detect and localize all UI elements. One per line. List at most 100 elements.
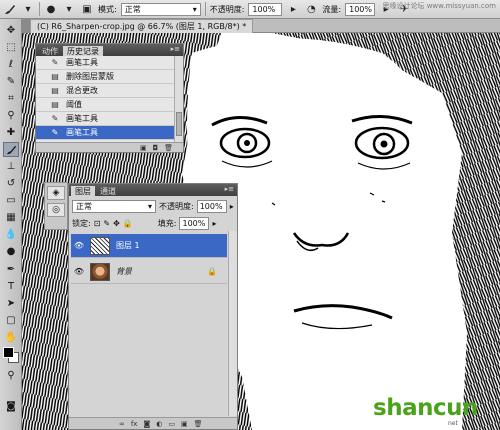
clone-stamp-tool-icon[interactable]: ⊥ bbox=[3, 159, 19, 174]
fill-input[interactable]: 100% bbox=[179, 217, 210, 230]
tab-history[interactable]: 历史记录 bbox=[63, 46, 103, 56]
eraser-tool-icon[interactable]: ▭ bbox=[3, 193, 19, 208]
history-item[interactable]: ▤ 阈值 bbox=[36, 98, 176, 112]
history-item[interactable]: ✎ 画笔工具 bbox=[36, 56, 176, 70]
chevron-right-icon[interactable]: ▸ bbox=[212, 219, 216, 228]
quick-mask-icon[interactable]: ◙ bbox=[3, 399, 19, 414]
new-layer-icon[interactable]: ▣ bbox=[181, 420, 188, 428]
document-title: (C) R6_Sharpen-crop.jpg @ 66.7% (图层 1, R… bbox=[37, 22, 247, 31]
foreground-color-swatch[interactable] bbox=[3, 347, 14, 358]
brush-icon: ✎ bbox=[51, 58, 59, 67]
document-tab[interactable]: (C) R6_Sharpen-crop.jpg @ 66.7% (图层 1, R… bbox=[30, 19, 254, 33]
layers-panel-header: 图层 通道 ▸≡ bbox=[69, 184, 237, 196]
history-item-label: 画笔工具 bbox=[66, 58, 98, 67]
trash-icon[interactable]: 🗑 bbox=[194, 420, 203, 428]
chevron-down-icon[interactable]: ▾ bbox=[62, 2, 76, 16]
layer-row[interactable]: 👁 背景 🔒 bbox=[71, 260, 227, 284]
brush-panel-toggle-icon[interactable]: ▣ bbox=[80, 2, 94, 16]
pressure-opacity-icon[interactable]: ◔ bbox=[304, 2, 318, 16]
history-list: ✎ 画笔工具 ▤ 删除图层蒙版 ▤ 混合更改 ▤ 阈值 ✎ 画笔工具 ✎ 画笔工具 bbox=[36, 56, 176, 144]
lock-all-icon[interactable]: 🔒 bbox=[123, 219, 133, 228]
opacity-label: 不透明度: bbox=[209, 4, 245, 14]
history-scrollbar[interactable] bbox=[174, 56, 183, 144]
lock-pixels-icon[interactable]: ✎ bbox=[103, 219, 110, 228]
brush-icon: ✎ bbox=[51, 114, 59, 123]
eye-icon[interactable]: 👁 bbox=[74, 267, 84, 277]
quick-select-tool-icon[interactable]: ✎ bbox=[3, 74, 19, 89]
adjustment-layer-icon[interactable]: ◐ bbox=[156, 420, 162, 428]
layer-style-icon[interactable]: fx bbox=[131, 420, 138, 428]
hand-tool-icon[interactable]: ✋ bbox=[3, 330, 19, 345]
channels-dock-icon[interactable]: ◎ bbox=[47, 203, 65, 217]
blur-tool-icon[interactable]: 💧 bbox=[3, 227, 19, 242]
lasso-tool-icon[interactable]: ℓ bbox=[3, 57, 19, 72]
history-item-label: 阈值 bbox=[66, 100, 82, 109]
zoom-tool-icon[interactable]: ⚲ bbox=[3, 368, 19, 383]
link-layers-icon[interactable]: ∞ bbox=[119, 420, 125, 428]
panel-dock-strip: ◈ ◎ bbox=[44, 182, 68, 230]
pen-tool-icon[interactable]: ✒ bbox=[3, 262, 19, 277]
layer-row-selected[interactable]: 👁 图层 1 bbox=[71, 234, 227, 258]
lock-icons: ⊡ ✎ ✥ 🔒 bbox=[94, 219, 133, 228]
chevron-down-icon: ▾ bbox=[192, 4, 197, 14]
blend-mode-select[interactable]: 正常 ▾ bbox=[72, 200, 156, 213]
add-mask-icon[interactable]: ◙ bbox=[143, 420, 150, 428]
chevron-down-icon[interactable]: ▾ bbox=[21, 2, 35, 16]
chevron-right-icon[interactable]: ▸ bbox=[286, 2, 300, 16]
new-snapshot-icon[interactable]: ◘ bbox=[153, 144, 159, 152]
tab-layers[interactable]: 图层 bbox=[71, 186, 95, 196]
dodge-tool-icon[interactable]: ● bbox=[3, 244, 19, 259]
scrollbar-thumb[interactable] bbox=[176, 112, 182, 136]
flow-label: 流量: bbox=[322, 4, 342, 14]
fill-label: 填充: bbox=[157, 219, 177, 228]
new-group-icon[interactable]: ▭ bbox=[168, 420, 175, 428]
layers-dock-icon[interactable]: ◈ bbox=[47, 186, 65, 200]
layers-scrollbar[interactable] bbox=[228, 231, 237, 416]
chevron-right-icon[interactable]: ▸ bbox=[230, 202, 234, 211]
history-panel-header: 动作 历史记录 ▸≡ bbox=[36, 44, 183, 56]
panel-menu-icon[interactable]: ▸≡ bbox=[225, 185, 234, 193]
trash-icon[interactable]: 🗑 bbox=[164, 144, 173, 152]
layer-opacity-input[interactable]: 100% bbox=[196, 200, 227, 213]
eyedropper-tool-icon[interactable]: ⚲ bbox=[3, 108, 19, 123]
mode-select[interactable]: 正常 ▾ bbox=[120, 2, 201, 16]
history-brush-tool-icon[interactable]: ↺ bbox=[3, 176, 19, 191]
history-item[interactable]: ▤ 删除图层蒙版 bbox=[36, 70, 176, 84]
mode-label: 模式: bbox=[98, 4, 117, 14]
layers-footer: ∞ fx ◙ ◐ ▭ ▣ 🗑 bbox=[69, 417, 237, 429]
move-tool-icon[interactable]: ✥ bbox=[3, 23, 19, 38]
blend-mode-value: 正常 bbox=[76, 202, 92, 211]
brush-preset-icon[interactable]: ● bbox=[44, 2, 58, 16]
tab-actions[interactable]: 动作 bbox=[38, 46, 62, 56]
layer-name: 图层 1 bbox=[116, 241, 140, 250]
healing-tool-icon[interactable]: ✚ bbox=[3, 125, 19, 140]
history-item[interactable]: ▤ 混合更改 bbox=[36, 84, 176, 98]
history-item-label: 画笔工具 bbox=[66, 128, 98, 137]
tab-channels[interactable]: 通道 bbox=[96, 186, 120, 196]
history-item-label: 画笔工具 bbox=[66, 114, 98, 123]
separator bbox=[204, 2, 206, 16]
lock-transparency-icon[interactable]: ⊡ bbox=[94, 219, 101, 228]
gradient-tool-icon[interactable]: ▦ bbox=[3, 210, 19, 225]
history-footer: ▣ ◘ 🗑 bbox=[36, 142, 183, 152]
type-tool-icon[interactable]: T bbox=[3, 279, 19, 294]
marquee-tool-icon[interactable]: ⬚ bbox=[3, 40, 19, 55]
opacity-input[interactable]: 100% bbox=[248, 2, 283, 16]
shancun-logo-suffix: net bbox=[448, 420, 458, 427]
panel-menu-icon[interactable]: ▸≡ bbox=[171, 45, 180, 53]
shape-tool-icon[interactable]: ▢ bbox=[3, 313, 19, 328]
brush-tool-icon[interactable] bbox=[3, 142, 19, 157]
lock-label: 锁定: bbox=[72, 219, 91, 228]
crop-tool-icon[interactable]: ⌗ bbox=[3, 91, 19, 106]
layer-thumbnail bbox=[90, 262, 110, 281]
new-document-from-state-icon[interactable]: ▣ bbox=[140, 144, 147, 152]
shancun-logo: shancun bbox=[373, 395, 478, 421]
flow-input[interactable]: 100% bbox=[345, 2, 376, 16]
brush-icon[interactable] bbox=[3, 2, 17, 16]
lock-position-icon[interactable]: ✥ bbox=[113, 219, 120, 228]
path-select-tool-icon[interactable]: ➤ bbox=[3, 296, 19, 311]
history-item-selected[interactable]: ✎ 画笔工具 bbox=[36, 126, 176, 140]
eye-icon[interactable]: 👁 bbox=[74, 241, 84, 251]
layer-opacity-label: 不透明度: bbox=[159, 202, 194, 211]
history-item[interactable]: ✎ 画笔工具 bbox=[36, 112, 176, 126]
